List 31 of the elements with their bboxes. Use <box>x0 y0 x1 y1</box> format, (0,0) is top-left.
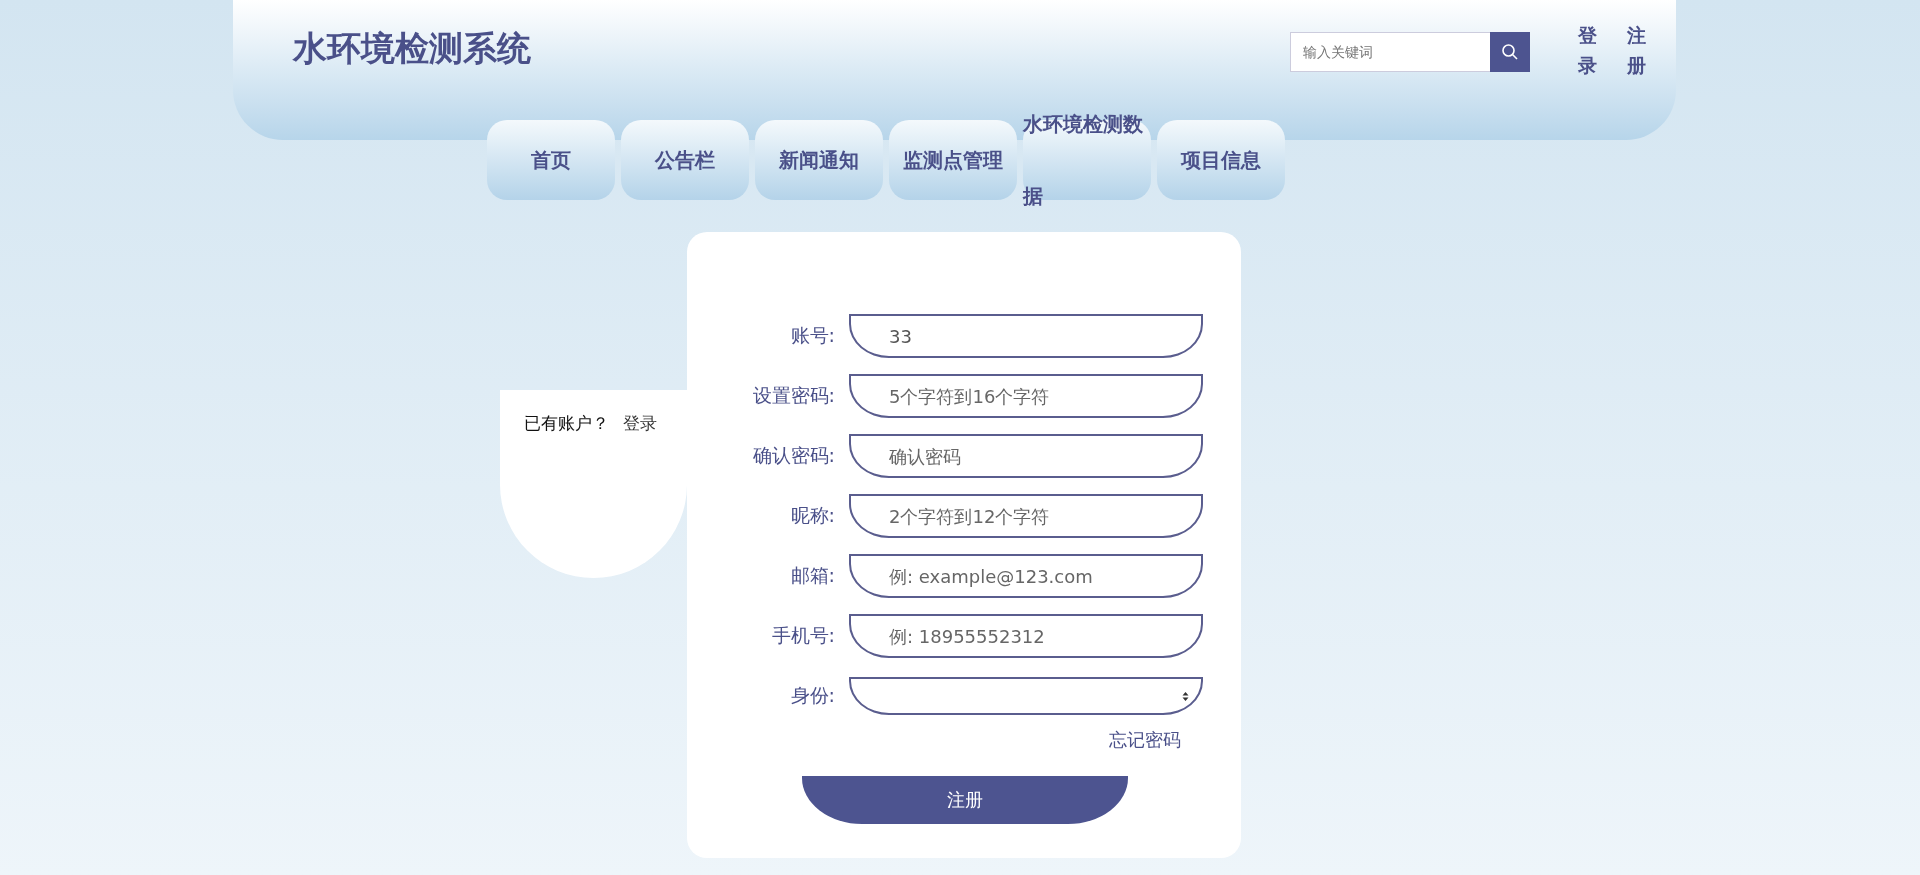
field-label: 身份: <box>789 683 836 708</box>
field-label: 邮箱: <box>789 563 836 588</box>
input-field[interactable]: 33 <box>849 314 1203 358</box>
field-label: 手机号: <box>770 623 836 648</box>
field-label: 昵称: <box>789 503 836 528</box>
input-field[interactable]: 确认密码 <box>849 434 1203 478</box>
nav-tab[interactable]: 水环境检测数据 <box>1023 88 1151 232</box>
nav-tab[interactable]: 公告栏 <box>655 124 715 196</box>
input-field[interactable]: 例: 18955552312 <box>849 614 1203 658</box>
search-field[interactable]: 输入关键词 <box>1290 32 1490 72</box>
auth-link[interactable]: 注册 <box>1627 20 1646 81</box>
auth-link[interactable]: 登录 <box>1578 20 1597 81</box>
input-field[interactable]: 5个字符到16个字符 <box>849 374 1203 418</box>
site-title: 水环境检测系统 <box>293 27 531 70</box>
nav-tab[interactable]: 新闻通知 <box>779 124 859 196</box>
forgot-password-link[interactable]: 忘记密码 <box>1109 728 1181 752</box>
select-field[interactable] <box>849 677 1203 715</box>
field-label: 确认密码: <box>751 443 836 468</box>
input-field[interactable]: 例: example@123.com <box>849 554 1203 598</box>
field-label: 账号: <box>789 323 836 348</box>
spinner-arrows-icon <box>1182 690 1189 702</box>
nav-tab[interactable]: 首页 <box>531 124 571 196</box>
search-button[interactable] <box>1490 32 1530 72</box>
nav-tab[interactable]: 项目信息 <box>1181 124 1261 196</box>
search-icon <box>1501 43 1519 61</box>
field-label: 设置密码: <box>751 383 836 408</box>
input-field[interactable]: 2个字符到12个字符 <box>849 494 1203 538</box>
register-button[interactable]: 注册 <box>802 776 1128 824</box>
nav-tab[interactable]: 监测点管理 <box>903 124 1003 196</box>
login-link[interactable]: 登录 <box>623 412 657 435</box>
login-prompt-text: 已有账户？ <box>524 412 609 435</box>
